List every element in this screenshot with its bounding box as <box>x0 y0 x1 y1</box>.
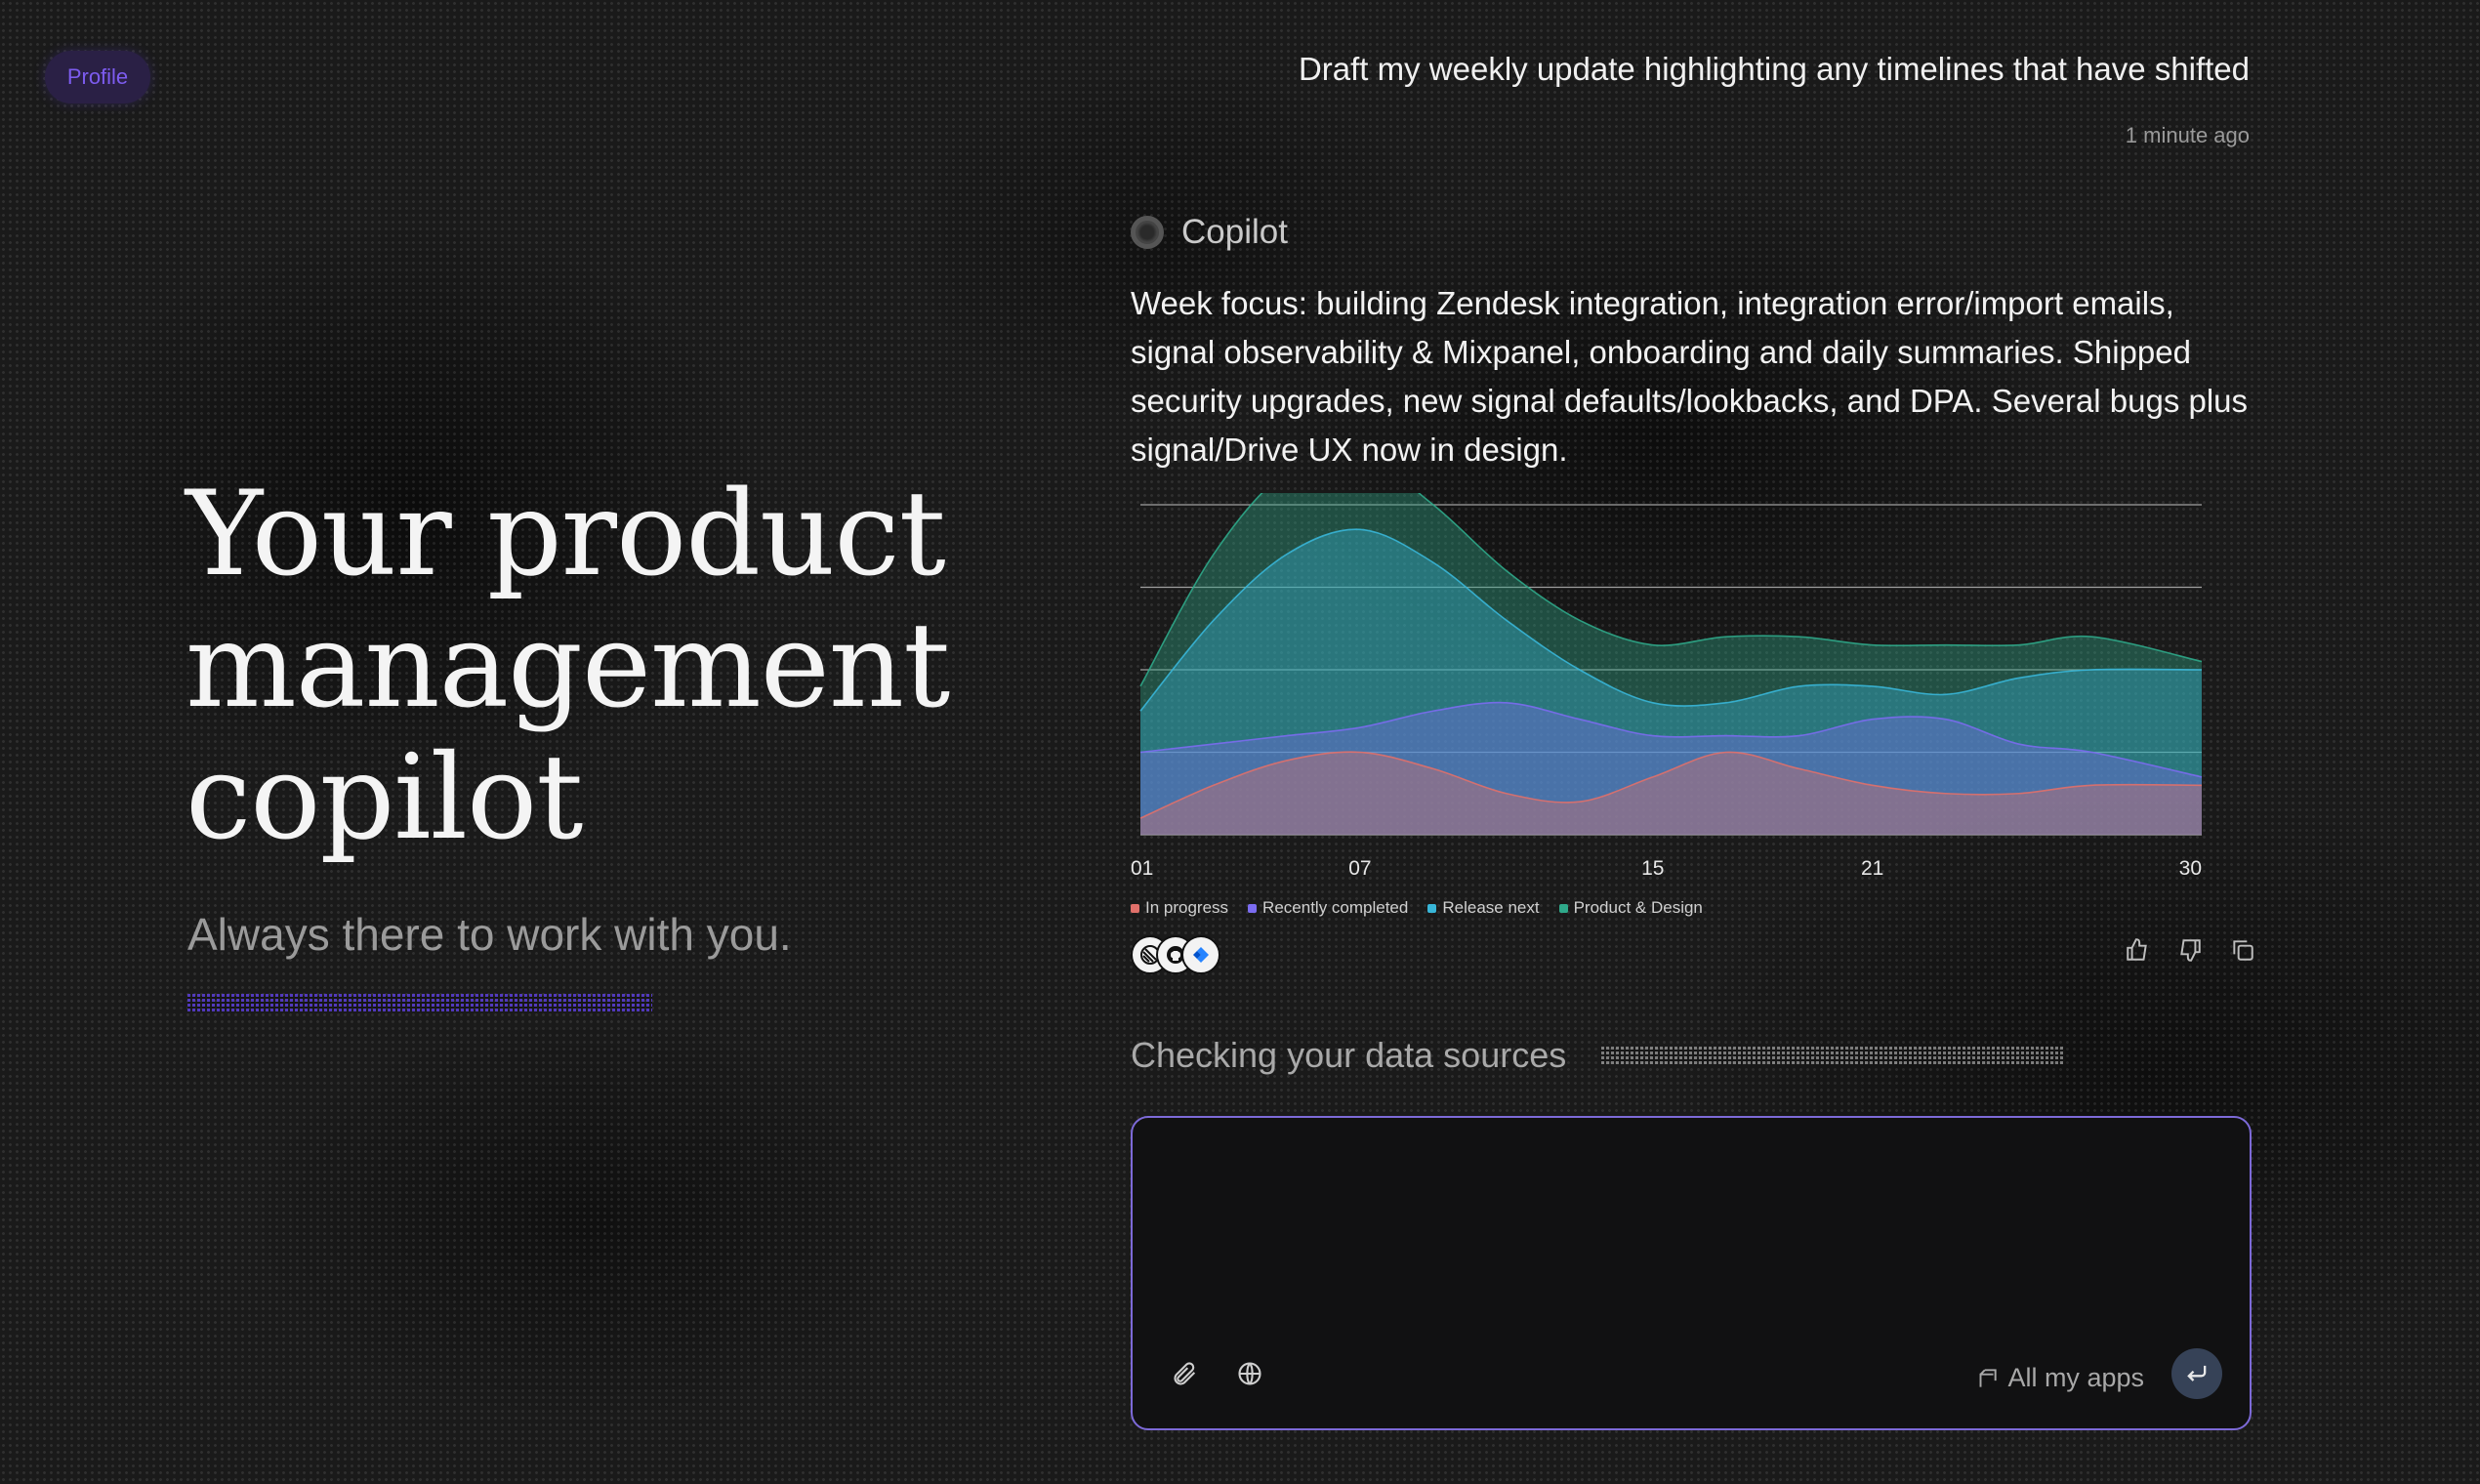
legend-item: Recently completed <box>1248 898 1408 918</box>
status-label: Checking your data sources <box>1131 1035 1567 1075</box>
x-tick-label: 21 <box>1861 857 1883 880</box>
assistant-message: Week focus: building Zendesk integration… <box>1131 285 2249 468</box>
send-button[interactable] <box>2171 1348 2222 1399</box>
legend-swatch <box>1558 903 1568 913</box>
message-input[interactable] <box>1160 1141 2228 1340</box>
paperclip-icon[interactable] <box>1166 1354 1205 1393</box>
assistant-name: Copilot <box>1181 213 1288 251</box>
animated-glyph-strip <box>187 994 652 1011</box>
source-icons <box>1131 935 1220 974</box>
x-tick-label: 07 <box>1348 857 1371 880</box>
chart-legend: In progress Recently completed Release nex… <box>1131 898 1703 918</box>
message-composer: All my apps <box>1131 1116 2252 1430</box>
timeline-area-chart: 01 07 15 21 30 <box>1131 493 2203 880</box>
jira-icon <box>1181 935 1220 974</box>
legend-label: Product & Design <box>1573 898 1703 917</box>
legend-item: Release next <box>1427 898 1540 918</box>
status-glyph-strip <box>1601 1047 2065 1064</box>
copy-icon[interactable] <box>2228 935 2257 965</box>
profile-button[interactable]: Profile <box>45 51 150 103</box>
legend-label: Release next <box>1442 898 1540 917</box>
globe-icon[interactable] <box>1230 1354 1269 1393</box>
copilot-avatar-icon <box>1131 216 1164 249</box>
legend-swatch <box>1248 903 1258 913</box>
all-apps-button[interactable]: All my apps <box>1974 1363 2144 1393</box>
thumbs-up-icon[interactable] <box>2123 935 2152 965</box>
x-tick-label: 30 <box>2179 857 2202 880</box>
legend-swatch <box>1427 903 1437 913</box>
all-apps-label: All my apps <box>2007 1363 2144 1392</box>
thumbs-down-icon[interactable] <box>2175 935 2205 965</box>
feedback-actions <box>2123 935 2257 965</box>
x-tick-label: 01 <box>1131 857 1153 880</box>
hero-subtitle: Always there to work with you. <box>187 909 792 960</box>
user-message: Draft my weekly update highlighting any … <box>1298 51 2250 87</box>
legend-item: Product & Design <box>1558 898 1703 918</box>
x-tick-label: 15 <box>1641 857 1664 880</box>
legend-item: In progress <box>1131 898 1228 918</box>
assistant-header: Copilot <box>1131 213 1288 252</box>
enter-icon <box>2187 1365 2207 1381</box>
legend-swatch <box>1131 903 1139 913</box>
apps-icon <box>1979 1368 1998 1387</box>
legend-label: In progress <box>1145 898 1229 917</box>
user-message-timestamp: 1 minute ago <box>2125 123 2250 147</box>
hero-title: Your product management copilot <box>186 467 950 866</box>
legend-label: Recently completed <box>1262 898 1409 917</box>
